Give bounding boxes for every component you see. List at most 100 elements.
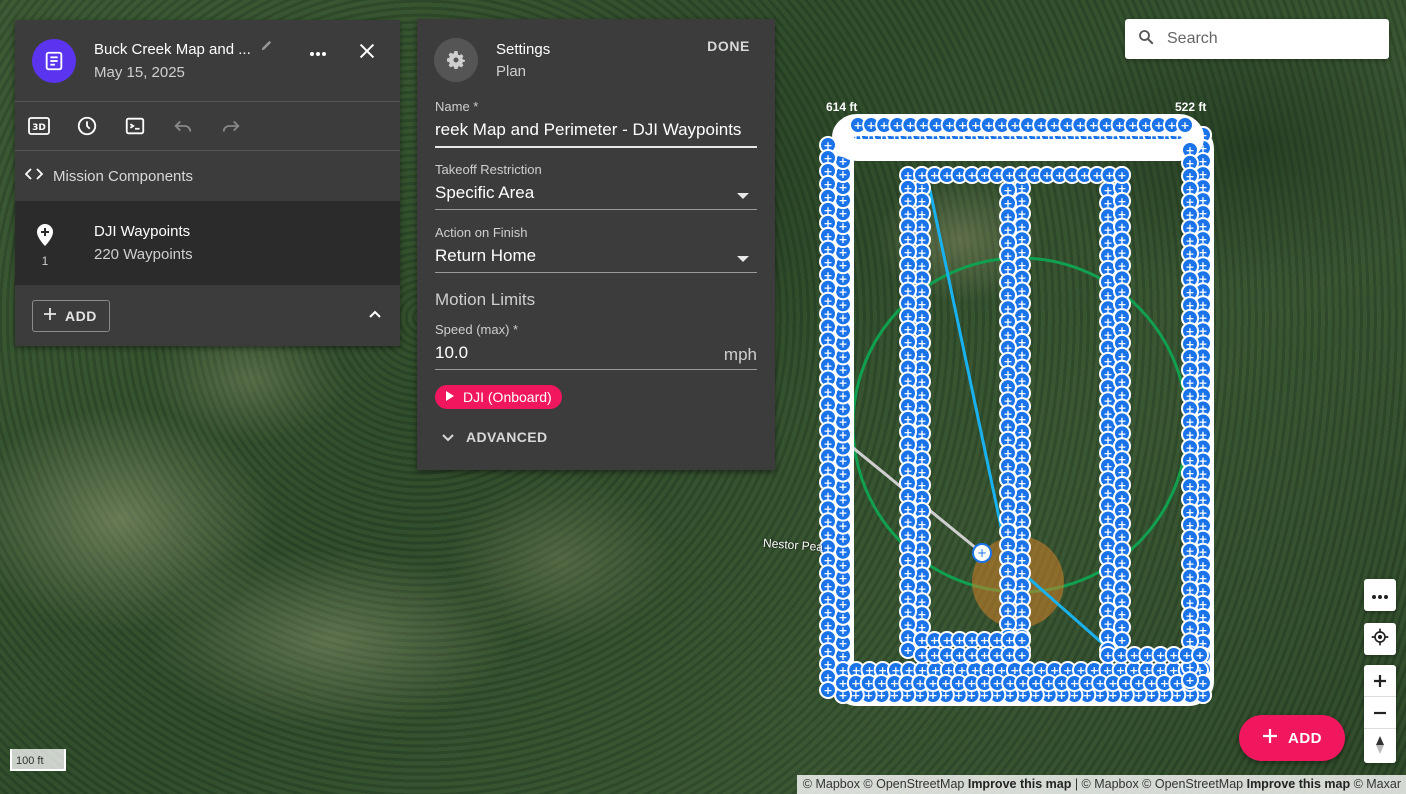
zoom-out-button[interactable] — [1364, 697, 1396, 729]
waypoint-plus: + — [1130, 649, 1139, 662]
waypoint-plus: + — [1050, 119, 1059, 132]
motion-limits-title: Motion Limits — [435, 290, 536, 309]
waypoint-plus: + — [1044, 677, 1053, 690]
waypoint-plus: + — [932, 119, 941, 132]
waypoint-plus: + — [903, 644, 912, 657]
waypoint-plus: + — [893, 119, 902, 132]
waypoint-plus: + — [1018, 677, 1027, 690]
speed-field[interactable]: Speed (max) * 10.0 mph — [435, 322, 757, 370]
waypoint-plus: + — [993, 677, 1002, 690]
waypoint-plus: + — [916, 677, 925, 690]
waypoint-plus: + — [1067, 169, 1076, 182]
redo-icon[interactable] — [219, 114, 243, 138]
attribution-text: © Maxar — [1353, 777, 1401, 791]
minus-icon — [1374, 711, 1386, 714]
takeoff-value[interactable]: Specific Area — [435, 183, 757, 210]
waypoint-plus: + — [1096, 677, 1105, 690]
mission-components-label: Mission Components — [53, 167, 194, 185]
pencil-icon[interactable] — [260, 38, 274, 57]
waypoint-plus: + — [967, 169, 976, 182]
close-icon[interactable] — [356, 40, 378, 62]
mission-components-header[interactable]: Mission Components — [15, 151, 400, 201]
waypoint-plus: + — [954, 677, 963, 690]
map-attribution: © Mapbox © OpenStreetMap Improve this ma… — [796, 775, 1406, 794]
waypoint-plus: + — [1080, 169, 1089, 182]
name-field[interactable]: Name * reek Map and Perimeter - DJI Wayp… — [435, 99, 757, 148]
crosshair-location-icon — [1370, 627, 1390, 652]
scale-bar: 100 ft — [10, 749, 66, 771]
search-box[interactable] — [1125, 19, 1389, 59]
improve-map-link[interactable]: Improve this map — [968, 777, 1072, 791]
waypoint-plus: + — [942, 169, 951, 182]
more-horizontal-icon[interactable] — [307, 43, 329, 65]
undo-icon[interactable] — [171, 114, 195, 138]
history-clock-icon[interactable] — [75, 114, 99, 138]
component-subtitle: 220 Waypoints — [94, 246, 193, 263]
waypoint-plus: + — [945, 119, 954, 132]
waypoint-plus: + — [1063, 119, 1072, 132]
waypoint-plus: + — [1042, 169, 1051, 182]
finish-value[interactable]: Return Home — [435, 246, 757, 273]
name-label: Name * — [435, 99, 479, 114]
waypoint-plus: + — [958, 119, 967, 132]
name-input[interactable]: reek Map and Perimeter - DJI Waypoints — [435, 120, 757, 148]
waypoint-plus: + — [992, 634, 1001, 647]
mission-header: Buck Creek Map and ... May 15, 2025 — [15, 20, 400, 101]
waypoint-plus: + — [1117, 634, 1126, 647]
waypoint-plus: + — [877, 677, 886, 690]
waypoint-plus: + — [903, 677, 912, 690]
waypoint-plus: + — [930, 169, 939, 182]
chevron-down-icon — [442, 429, 454, 445]
waypoint-plus: + — [942, 649, 951, 662]
waypoint-plus: + — [917, 634, 926, 647]
map-more-button[interactable] — [1364, 579, 1396, 611]
mission-title[interactable]: Buck Creek Map and ... — [94, 41, 251, 58]
dji-onboard-chip[interactable]: DJI (Onboard) — [435, 385, 562, 409]
search-input[interactable] — [1167, 30, 1367, 48]
waypoint-plus: + — [1005, 634, 1014, 647]
component-dji-waypoints[interactable]: 1 DJI Waypoints 220 Waypoints — [15, 201, 400, 285]
waypoint-plus: + — [941, 677, 950, 690]
document-icon — [32, 38, 76, 83]
advanced-label: ADVANCED — [466, 429, 548, 445]
waypoint-plus: + — [1182, 649, 1191, 662]
waypoint-plus: + — [1154, 119, 1163, 132]
waypoint-plus: + — [980, 634, 989, 647]
waypoint-plus: + — [942, 634, 951, 647]
add-fab-button[interactable]: ADD — [1239, 715, 1345, 761]
plus-icon — [1262, 728, 1278, 748]
waypoint-plus: + — [1173, 677, 1182, 690]
gear-icon — [434, 38, 478, 82]
waypoint-plus: + — [1006, 677, 1015, 690]
waypoint-plus: + — [906, 119, 915, 132]
waypoint-plus: + — [1198, 677, 1207, 690]
waypoint-plus: + — [1147, 677, 1156, 690]
3d-view-icon[interactable]: 3D — [27, 114, 51, 138]
waypoint-group[interactable]: + + + + + + + + + + + + + + + + + + + + + + + + + + + + + + + + + + + + + + + +… — [819, 114, 1214, 706]
waypoint-plus: + — [1089, 119, 1098, 132]
takeoff-restriction-select[interactable]: Takeoff Restriction Specific Area — [435, 162, 757, 210]
finish-label: Action on Finish — [435, 225, 528, 240]
waypoint-plus: + — [967, 649, 976, 662]
waypoint-plus: + — [1103, 649, 1112, 662]
chevron-up-icon[interactable] — [368, 306, 382, 324]
speed-input[interactable]: 10.0 mph — [435, 343, 757, 370]
mission-panel: Buck Creek Map and ... May 15, 2025 3D M… — [15, 20, 400, 346]
svg-text:3D: 3D — [32, 123, 46, 133]
advanced-toggle[interactable]: ADVANCED — [442, 429, 548, 445]
terminal-icon[interactable] — [123, 114, 147, 138]
waypoint-plus: + — [919, 119, 928, 132]
zoom-in-button[interactable] — [1364, 665, 1396, 697]
locate-button[interactable] — [1364, 623, 1396, 655]
takeoff-label: Takeoff Restriction — [435, 162, 542, 177]
waypoint-plus: + — [1005, 169, 1014, 182]
compass-button[interactable] — [1364, 729, 1396, 761]
action-on-finish-select[interactable]: Action on Finish Return Home — [435, 225, 757, 273]
dropdown-arrow-icon — [737, 256, 749, 262]
waypoint-plus: + — [1023, 119, 1032, 132]
waypoint-plus: + — [1169, 649, 1178, 662]
improve-map-link[interactable]: Improve this map — [1247, 777, 1351, 791]
done-button[interactable]: DONE — [707, 38, 750, 54]
add-component-button[interactable]: ADD — [32, 299, 110, 332]
waypoint-plus: + — [971, 119, 980, 132]
